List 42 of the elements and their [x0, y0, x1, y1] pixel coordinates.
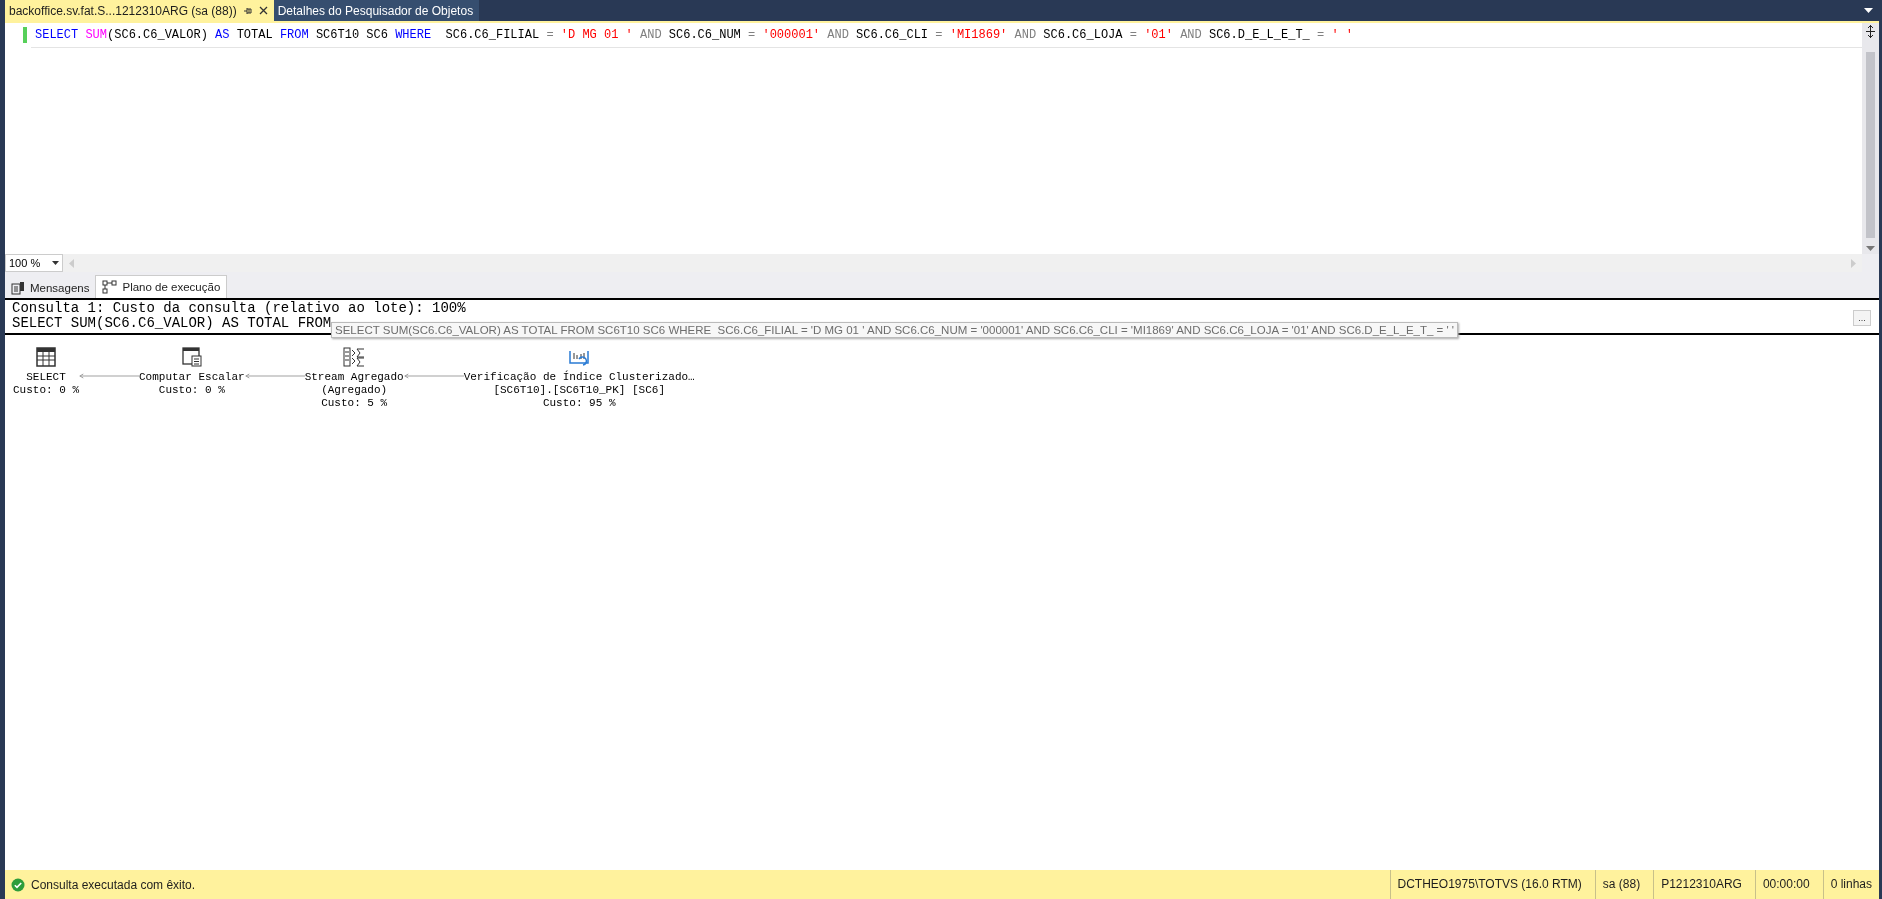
split-icon[interactable]: [1864, 25, 1877, 38]
close-icon[interactable]: [258, 6, 268, 15]
operator-label: Verificação de Índice Clusterizado… [SC6T10].[SC6T10_PK] [SC6]: [463, 371, 695, 397]
status-field: P1212310ARG: [1653, 870, 1749, 899]
operator-label: Stream Agregado (Agregado): [304, 371, 404, 397]
flow-arrow: [79, 373, 139, 379]
vertical-scrollbar[interactable]: [1862, 23, 1879, 254]
operator-cost: Custo: 5 %: [321, 397, 388, 410]
success-check-icon: [11, 877, 25, 892]
dropdown-arrow-icon[interactable]: [1864, 7, 1873, 14]
status-field: sa (88): [1594, 870, 1648, 899]
messages-icon: [11, 281, 25, 295]
calculator-window-icon[interactable]: [181, 347, 202, 367]
pin-icon[interactable]: [242, 5, 253, 16]
sigma-icon[interactable]: [343, 347, 366, 367]
document-tab[interactable]: backoffice.sv.fat.S...1212310ARG (sa (88)): [5, 0, 274, 21]
status-message: Consulta executada com êxito.: [31, 877, 196, 892]
operator-cost: Custo: 95 %: [542, 397, 616, 410]
operator-cost: Custo: 0 %: [158, 384, 225, 397]
document-tab[interactable]: Detalhes do Pesquisador de Objetos: [273, 0, 480, 21]
flow-arrow: [403, 373, 464, 379]
scrollbar-thumb[interactable]: [1866, 52, 1875, 238]
flow-arrow: [244, 373, 305, 379]
status-field: 00:00:00: [1754, 870, 1817, 899]
table-icon[interactable]: [36, 347, 56, 367]
operator-label: Computar Escalar: [139, 371, 245, 384]
results-tab[interactable]: Plano de execução: [95, 275, 228, 298]
status-field: 0 linhas: [1822, 870, 1879, 899]
query-tooltip: SELECT SUM(SC6.C6_VALOR) AS TOTAL FROM SC6T10 SC6 WHERE SC6.C6_FILIAL = 'D MG 01 ' AND SC6.C6_NUM = '000001' AND SC6.C6_CLI = 'MI1869' AND SC6.C6_LOJA = '01' AND SC6.D_E_L_E_T_ = ' ': [331, 322, 1459, 338]
query-cost-text: Consulta 1: Custo da consulta (relativo ao lote): 100%: [12, 301, 466, 316]
zoom-dropdown[interactable]: 100 %: [5, 254, 63, 272]
status-field: DCTHEO1975\TOTVS (16.0 RTM): [1389, 870, 1589, 899]
plan-icon: [102, 280, 118, 294]
operator-label: SELECT: [26, 371, 66, 384]
operator-cost: Custo: 0 %: [13, 384, 79, 397]
change-bar: [23, 27, 27, 43]
results-tab[interactable]: Mensagens: [5, 278, 96, 298]
more-button[interactable]: ...: [1853, 310, 1871, 326]
scroll-down-icon[interactable]: [1866, 246, 1875, 252]
sql-code-line: SELECT SUM(SC6.C6_VALOR) AS TOTAL FROM SC6T10 SC6 WHERE SC6.C6_FILIAL = 'D MG 01 ' AND SC6.C6_NUM = '000001' AND SC6.C6_CLI = 'MI1869' AND SC6.C6_LOJA = '01' AND SC6.D_E_L_E_T_ = ' ': [31, 23, 1862, 48]
dropdown-arrow-icon[interactable]: [52, 261, 59, 265]
query-text: SELECT SUM(SC6.C6_VALOR) AS TOTAL FROM: [12, 316, 332, 331]
